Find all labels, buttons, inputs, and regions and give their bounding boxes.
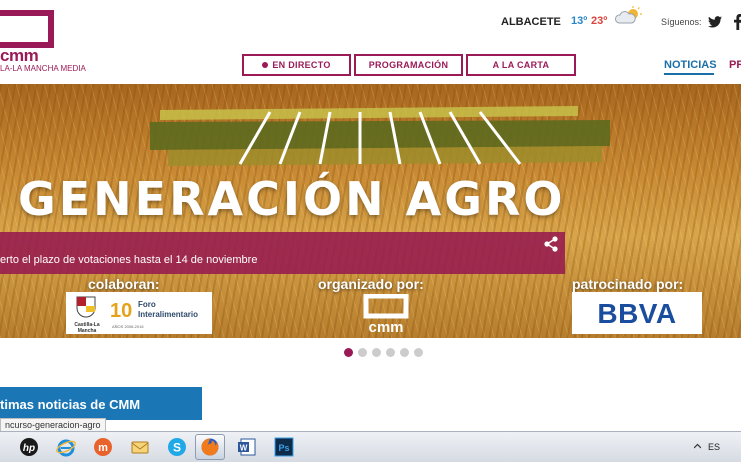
internet-explorer-icon[interactable] [51,434,81,460]
photoshop-icon[interactable]: Ps [269,434,299,460]
foro-line1: Foro [138,300,156,309]
organizer-name: cmm [368,319,403,334]
windows-taskbar: hp m S W Ps ES [0,431,741,462]
hp-icon[interactable]: hp [14,434,44,460]
tab-news[interactable]: NOTICIAS [664,59,717,71]
castilla-la-mancha-shield-icon [76,296,96,318]
slider-dot-5[interactable] [400,348,409,357]
cmm-logo[interactable]: cmm LA-LA MANCHA MEDIA [0,8,90,73]
hero-title: GENERACIÓN AGRO [18,172,566,226]
collaborate-label: colaboran: [88,276,160,292]
hero-slider[interactable]: GENERACIÓN AGRO erto el plazo de votacio… [0,84,741,338]
mozilla-icon[interactable]: m [88,434,118,460]
live-dot-icon [262,62,269,68]
firefox-icon[interactable] [195,434,225,460]
tab-news-underline [664,73,714,75]
slider-dot-6[interactable] [414,348,423,357]
on-demand-button[interactable]: A LA CARTA [466,54,576,76]
cmm-home-page: cmm LA-LA MANCHA MEDIA ALBACETE 13º 23º … [0,0,741,462]
caption-bar[interactable] [0,232,565,274]
mail-icon[interactable] [125,434,155,460]
tab-next[interactable]: PR [729,59,741,71]
language-indicator[interactable]: ES [708,442,720,452]
slider-dot-2[interactable] [358,348,367,357]
bbva-logo-text: BBVA [597,298,677,329]
live-button[interactable]: EN DIRECTO [242,54,351,76]
temperature-min: 13º [571,15,588,27]
svg-text:hp: hp [23,443,35,454]
latest-news-title: timas noticias de CMM [0,397,141,412]
foro-line2: Interalimentario [138,310,199,319]
live-label: EN DIRECTO [272,60,331,70]
latest-news-header: timas noticias de CMM [0,387,202,420]
tray-expand-icon[interactable] [694,443,701,450]
follow-label: Síguenos: [661,17,702,27]
weather-city[interactable]: ALBACETE [501,16,561,28]
sponsored-label: patrocinado por: [572,276,684,292]
slider-dot-1[interactable] [344,348,353,357]
skype-icon[interactable]: S [162,434,192,460]
facebook-icon[interactable] [734,14,741,30]
partly-cloudy-icon [615,6,642,24]
organized-label: organizado por: [318,276,424,292]
twitter-icon[interactable] [708,16,722,28]
logo-text: cmm [0,46,39,65]
svg-text:Ps: Ps [278,443,289,453]
foro-number: 10 [110,300,133,322]
share-icon[interactable] [543,236,559,252]
collaborators-card: Castilla-La Mancha 10 Foro Interalimenta… [66,292,212,334]
svg-text:S: S [173,441,181,455]
slider-dot-4[interactable] [386,348,395,357]
foro-years: AÑOS 2006-2016 [112,324,144,329]
cmm-organizer-logo: cmm [363,294,409,334]
status-bar-url: ncurso-generacion-agro [0,418,106,432]
programming-button[interactable]: PROGRAMACIÓN [354,54,463,76]
svg-text:W: W [240,443,248,452]
slider-dot-3[interactable] [372,348,381,357]
programming-label: PROGRAMACIÓN [368,60,449,70]
temperature-max: 23º [591,15,608,27]
castilla-la-mancha-label: Castilla-La Mancha [74,322,100,334]
svg-text:m: m [98,442,108,454]
bbva-card[interactable]: BBVA [572,292,702,334]
logo-mark [0,10,54,48]
caption-text[interactable]: erto el plazo de votaciones hasta el 14 … [0,254,257,266]
word-icon[interactable]: W [232,434,262,460]
field-illustration [150,106,610,166]
on-demand-label: A LA CARTA [492,60,550,70]
logo-subtitle: LA-LA MANCHA MEDIA [0,64,86,73]
